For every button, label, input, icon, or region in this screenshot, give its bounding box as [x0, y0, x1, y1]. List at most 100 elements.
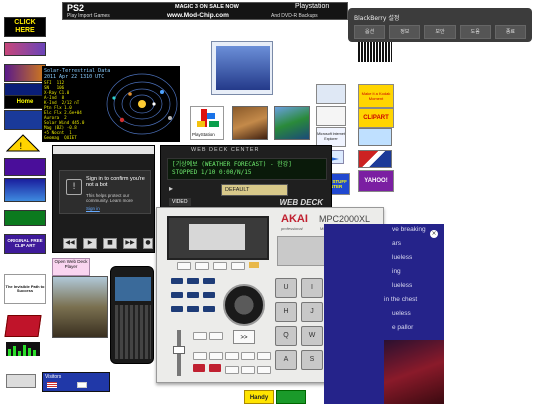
visitors-label: Visitors — [45, 374, 62, 380]
web-deck-player: WEB DECK CENTER [기상예보 (WEATHER FORECAST)… — [160, 145, 332, 215]
bb-button-3[interactable]: 보안 — [424, 25, 456, 39]
left-banner-5[interactable] — [4, 158, 46, 176]
mpc-num-key-7[interactable] — [171, 306, 183, 312]
mpc-func-key-3[interactable] — [193, 352, 207, 360]
recaptcha-signin[interactable]: Sign in — [86, 206, 100, 211]
prev-button[interactable]: ◀◀ — [63, 238, 77, 249]
mpc-overdub-button[interactable] — [209, 364, 221, 372]
blackberry-title: BlackBerry 설정 — [354, 15, 400, 22]
mpc-num-key-5[interactable] — [187, 292, 199, 298]
click-here-button[interactable]: CLICK HERE — [4, 17, 46, 37]
mpc-note-slider-handle[interactable] — [173, 346, 185, 354]
ps2-text: PS2 — [67, 3, 85, 13]
mpc-pad-Q[interactable]: Q — [275, 326, 297, 346]
preset-dropdown[interactable]: DEFAULT — [221, 184, 288, 196]
widget-bottom-left[interactable] — [6, 374, 36, 388]
bb-button-5[interactable]: 종료 — [494, 25, 527, 39]
game-thumbnail-1[interactable] — [232, 106, 268, 140]
warning-sign-icon: ! — [5, 134, 41, 152]
lyric-line-8: e pallor — [392, 324, 414, 331]
clipart-button[interactable]: CLIPART — [358, 108, 394, 128]
stop-button[interactable]: ■ — [103, 238, 117, 249]
recaptcha-box[interactable]: ! Sign in to confirm you're not a bot Th… — [59, 170, 151, 214]
ie-button[interactable]: Microsoft Internet Explorer — [316, 127, 346, 147]
visitors-counter: Visitors — [42, 372, 110, 392]
blackberry-settings-panel: BlackBerry 설정 옵션 정보 보안 도움 종료 — [348, 8, 532, 42]
mpc-pad-A[interactable]: A — [275, 350, 297, 370]
mpc-soft-key-3[interactable] — [213, 262, 227, 270]
mpc-pad-S[interactable]: S — [301, 350, 323, 370]
right-widget-2[interactable] — [316, 106, 346, 126]
mpc-transport-1[interactable] — [225, 366, 239, 374]
mpc-transport-2[interactable] — [241, 366, 255, 374]
webdeck-logo: WEB DECK — [279, 198, 323, 207]
mpc-num-key-3[interactable] — [203, 278, 215, 284]
mpc-pad-J[interactable]: J — [301, 302, 323, 322]
mpc-func-key-7[interactable] — [257, 352, 271, 360]
movie-thumbnail[interactable] — [52, 276, 108, 338]
mpc-num-key-8[interactable] — [187, 306, 199, 312]
mute-button[interactable]: ● — [143, 238, 153, 249]
left-banner-6[interactable] — [4, 178, 46, 202]
mpc-func-key-6[interactable] — [241, 352, 255, 360]
phone-device[interactable] — [110, 266, 154, 364]
close-icon[interactable]: × — [430, 230, 438, 238]
mpc-pad-W[interactable]: W — [301, 326, 323, 346]
mpc-func-key-4[interactable] — [209, 352, 223, 360]
player-toolbar — [53, 146, 154, 154]
original-free-clipart[interactable]: ORIGINAL FREE CLIP ART — [4, 234, 46, 254]
mpc-forward-button[interactable]: >> — [233, 330, 255, 344]
lyric-line-3: lueless — [392, 254, 413, 261]
mpc-num-key-1[interactable] — [171, 278, 183, 284]
bb-button-1[interactable]: 옵션 — [354, 25, 386, 39]
mpc-pad-H[interactable]: H — [275, 302, 297, 322]
video-label[interactable]: VIDEO — [169, 198, 191, 206]
mpc-jog-wheel[interactable] — [223, 284, 265, 326]
left-banner-7[interactable] — [4, 210, 46, 226]
volume-icon[interactable]: ▸ — [169, 184, 179, 194]
left-banner-1[interactable] — [4, 42, 46, 56]
invisible-path-box[interactable]: The Invisible Path to Success — [4, 274, 46, 304]
yahoo-button[interactable]: YAHOO! — [358, 170, 394, 192]
mpc-soft-key-1[interactable] — [177, 262, 191, 270]
mpc-soft-key-2[interactable] — [195, 262, 209, 270]
flag-icon[interactable] — [358, 150, 392, 168]
bb-button-2[interactable]: 정보 — [389, 25, 421, 39]
mpc-num-key-6[interactable] — [203, 292, 215, 298]
play-button[interactable]: ▶ — [83, 238, 97, 249]
mpc-func-key-5[interactable] — [225, 352, 239, 360]
green-widget[interactable] — [276, 390, 306, 404]
right-widget-1[interactable] — [316, 84, 346, 104]
handy-label[interactable]: Handy — [244, 390, 274, 404]
mpc-func-key-1[interactable] — [193, 332, 207, 340]
bb-button-4[interactable]: 도움 — [459, 25, 491, 39]
mpc-pad-I[interactable]: I — [301, 278, 323, 298]
mpc-num-key-4[interactable] — [171, 292, 183, 298]
mpc-num-key-2[interactable] — [187, 278, 199, 284]
kodak-button[interactable]: Make it a Kodak Moment — [358, 84, 394, 108]
lyrics-panel: ve breaking ars lueless ing lueless in t… — [324, 224, 444, 404]
birds-icon[interactable] — [358, 128, 392, 146]
mpc-brand-sub: professional — [281, 226, 303, 231]
left-banner-2[interactable] — [4, 64, 46, 82]
mpc-pad-U[interactable]: U — [275, 278, 297, 298]
next-button[interactable]: ▶▶ — [123, 238, 137, 249]
screensaver-thumbnail[interactable] — [211, 41, 273, 95]
playstation-label: PlayStation — [192, 132, 215, 137]
home-button[interactable]: Home — [4, 95, 46, 109]
mpc-transport-3[interactable] — [257, 366, 271, 374]
solar-terrestrial-widget: Solar-Terrestrial Data 2011 Apr 22 1310 … — [42, 66, 180, 142]
mpc-num-key-9[interactable] — [203, 306, 215, 312]
mod-chip-banner[interactable]: PS2 Play Import Games MAGIC 3 ON SALE NO… — [62, 2, 348, 20]
mpc-orange-key[interactable] — [249, 262, 259, 268]
mpc-func-key-2[interactable] — [209, 332, 223, 340]
open-webdeck-label[interactable]: Open Web Deck Player — [52, 258, 90, 276]
screensaver-image — [216, 46, 270, 90]
game-thumbnail-2[interactable] — [274, 106, 310, 140]
mpc-soft-key-4[interactable] — [231, 262, 245, 270]
left-banner-4[interactable] — [4, 110, 46, 130]
mpc-rec-button[interactable] — [193, 364, 205, 372]
book-icon — [4, 315, 42, 337]
banner-mid-2: www.Mod-Chip.com — [167, 12, 229, 19]
playstation-logo[interactable]: PlayStation — [190, 106, 224, 140]
